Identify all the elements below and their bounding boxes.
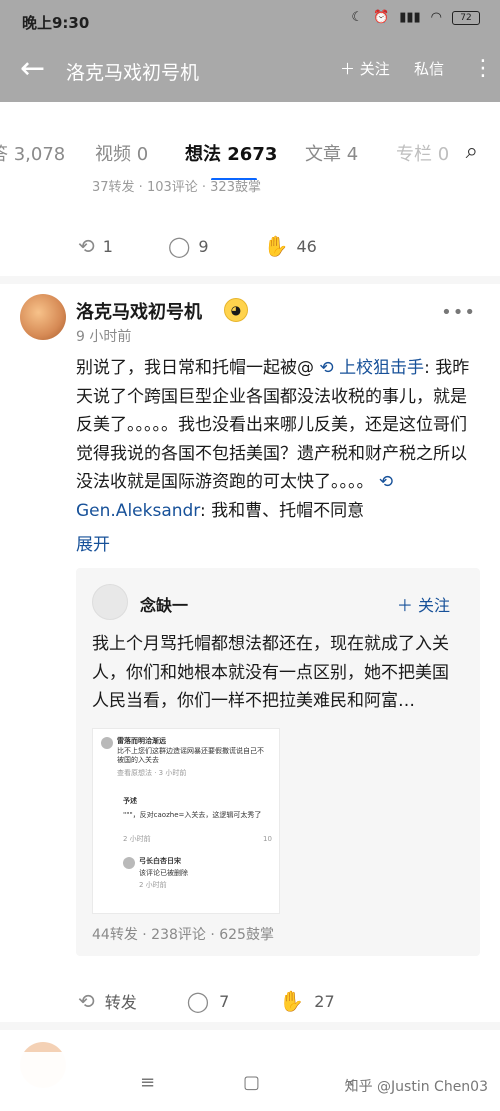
follow-button[interactable]: ＋ 关注: [397, 592, 450, 616]
avatar: [101, 737, 113, 749]
mini-username: 雷落而明洽渐远: [117, 737, 166, 745]
mini-meta: 2 小时前: [139, 881, 167, 889]
top-app-bar: ← 洛克马戏初号机 ＋ 关注 私信 ⋮: [0, 40, 500, 102]
search-icon[interactable]: ⌕: [466, 139, 478, 164]
quoted-post[interactable]: 念缺一 ＋ 关注 我上个月骂托帽都想法都还在，现在就成了入关人，你们和她根本就没…: [76, 568, 480, 956]
follow-button[interactable]: ＋ 关注: [340, 58, 390, 79]
quoted-text: 我上个月骂托帽都想法都还在，现在就成了入关人，你们和她根本就没有一点区别，她不把…: [92, 634, 449, 711]
battery-icon: 72: [452, 10, 480, 25]
comment-icon: ◯: [186, 989, 210, 1013]
profile-tabs: 答 3,078 视频 0 想法 2673 文章 4 专栏 0 ⌕: [0, 102, 500, 181]
mini-like-count: 10: [263, 835, 272, 843]
status-bar: 晚上9:30 ☾ ⏰ ▮▮▮ ◠ 72: [0, 0, 500, 40]
mini-comment: 该评论已被删除: [139, 869, 188, 877]
home-icon[interactable]: ▢: [243, 1072, 260, 1093]
repost-icon: ⟲: [78, 234, 95, 258]
mini-username: 弓长白杏日宋: [139, 857, 181, 865]
previous-post-stats: 37转发 · 103评论 · 323鼓掌: [92, 180, 261, 195]
tab-thoughts[interactable]: 想法 2673: [185, 140, 277, 166]
post-author[interactable]: 洛克马戏初号机: [76, 298, 202, 324]
wifi-icon: ◠: [430, 10, 442, 25]
watermark: 知乎 @Justin Chen03: [344, 1079, 488, 1095]
avatar: [123, 857, 135, 869]
expand-link[interactable]: 展开: [76, 530, 110, 555]
more-vertical-icon[interactable]: ⋮: [472, 56, 494, 82]
quoted-author[interactable]: 念缺一: [140, 592, 188, 616]
back-arrow-icon[interactable]: ←: [20, 54, 45, 84]
comment-button[interactable]: ◯ 9: [168, 234, 209, 258]
mention-link[interactable]: ⟲ 上校狙击手: [319, 358, 424, 378]
tab-videos[interactable]: 视频 0: [95, 140, 148, 166]
repost-icon: ⟲: [78, 989, 95, 1013]
clap-button[interactable]: ✋ 46: [264, 234, 317, 258]
clap-button[interactable]: ✋ 27: [279, 989, 334, 1013]
previous-post-card: 37转发 · 103评论 · 323鼓掌 ⟲ 1 ◯ 9 ✋ 46: [0, 180, 500, 276]
post-time: 9 小时前: [76, 329, 132, 345]
mini-username: 予述: [123, 797, 137, 805]
status-icons: ☾ ⏰ ▮▮▮ ◠ 72: [351, 10, 480, 25]
tab-answers[interactable]: 答 3,078: [0, 140, 65, 166]
mini-comment: """，反对caozhe=入关去，这逻辑可太秀了: [123, 811, 262, 819]
comment-icon: ◯: [167, 234, 191, 258]
clock: 晚上9:30: [22, 14, 90, 32]
mini-meta: 查看原想法 · 3 小时前: [117, 769, 187, 777]
moon-icon: ☾: [351, 10, 363, 25]
system-nav-bar: ≡ ▢ ‹ 知乎 @Justin Chen03: [0, 1052, 500, 1111]
menu-icon[interactable]: ≡: [140, 1072, 155, 1093]
post-card: 洛克马戏初号机 ◕ 9 小时前 ••• 别说了，我日常和托帽一起被@ ⟲ 上校狙…: [0, 284, 500, 1022]
previous-post-actions: ⟲ 1 ◯ 9 ✋ 46: [78, 234, 372, 258]
quoted-stats: 44转发 · 238评论 · 625鼓掌: [92, 927, 274, 943]
mini-meta: 2 小时前: [123, 835, 151, 843]
repost-button[interactable]: ⟲ 转发: [78, 989, 137, 1013]
repost-button[interactable]: ⟲ 1: [78, 234, 113, 258]
badge-icon: ◕: [224, 298, 248, 322]
page-title: 洛克马戏初号机: [66, 62, 200, 84]
post-actions: ⟲ 转发 ◯ 7 ✋ 27: [78, 989, 385, 1013]
alarm-icon: ⏰: [373, 10, 390, 25]
clap-icon: ✋: [263, 234, 289, 258]
message-button[interactable]: 私信: [414, 58, 444, 79]
mini-comment: 比不上您们这群边造谣网暴还要假撒谎说自己不被国的入关去: [117, 747, 264, 764]
tab-columns[interactable]: 专栏 0: [396, 140, 449, 166]
more-horizontal-icon[interactable]: •••: [441, 302, 476, 323]
post-body[interactable]: 别说了，我日常和托帽一起被@ ⟲ 上校狙击手: 我昨天说了个跨国巨型企业各国都没…: [76, 354, 474, 525]
screenshot-image[interactable]: 雷落而明洽渐远 比不上您们这群边造谣网暴还要假撒谎说自己不被国的入关去 查看原想…: [92, 728, 280, 914]
hd-signal-icon: ▮▮▮: [399, 10, 421, 25]
tab-articles[interactable]: 文章 4: [305, 140, 358, 166]
clap-icon: ✋: [279, 989, 305, 1013]
comment-button[interactable]: ◯ 7: [187, 989, 230, 1013]
avatar[interactable]: [20, 294, 66, 340]
avatar[interactable]: [92, 584, 128, 620]
